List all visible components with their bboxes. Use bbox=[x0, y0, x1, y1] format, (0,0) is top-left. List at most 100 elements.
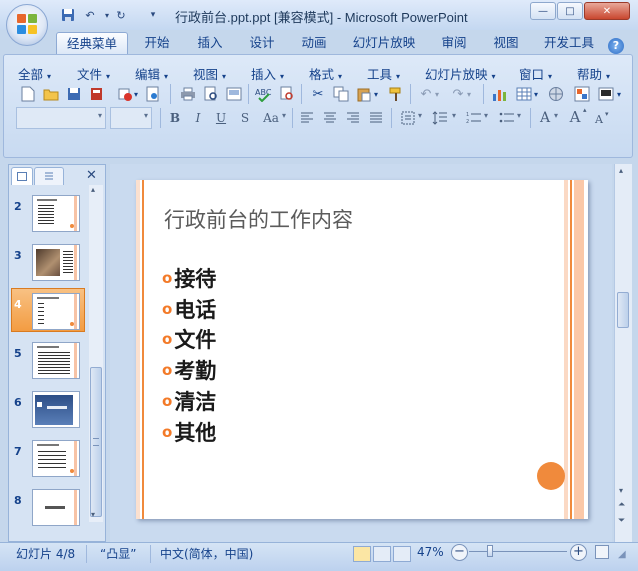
pdf-icon[interactable] bbox=[143, 84, 163, 104]
undo-icon[interactable]: ↶ bbox=[82, 7, 98, 23]
menu-window[interactable]: 窗口 ▾ bbox=[519, 64, 552, 83]
menu-help[interactable]: 帮助 ▾ bbox=[577, 64, 610, 83]
help-icon[interactable]: ? bbox=[608, 38, 624, 54]
chevron-down-icon[interactable]: ▾ bbox=[131, 84, 141, 104]
print-icon[interactable] bbox=[178, 84, 198, 104]
cut-icon[interactable]: ✂ bbox=[308, 84, 328, 104]
scroll-down-icon[interactable]: ▾ bbox=[91, 510, 95, 519]
menu-edit[interactable]: 编辑 ▾ bbox=[135, 64, 168, 83]
globe-icon[interactable] bbox=[546, 84, 566, 104]
bold-button[interactable]: B bbox=[166, 109, 184, 127]
menu-tools[interactable]: 工具 ▾ bbox=[367, 64, 400, 83]
zoom-out-button[interactable]: − bbox=[451, 544, 468, 561]
align-center-icon[interactable] bbox=[320, 108, 340, 128]
numbering-icon[interactable]: 12 bbox=[464, 108, 484, 128]
chevron-down-icon[interactable]: ▾ bbox=[554, 111, 558, 120]
tab-home[interactable]: 开始 bbox=[135, 32, 179, 54]
spelling-icon[interactable]: ABC bbox=[254, 84, 274, 104]
close-button[interactable]: ✕ bbox=[584, 2, 630, 20]
chevron-down-icon[interactable]: ▾ bbox=[614, 84, 624, 104]
line-spacing-icon[interactable] bbox=[430, 108, 450, 128]
scroll-up-icon[interactable]: ▴ bbox=[619, 166, 623, 175]
bullet-item[interactable]: o 清洁 bbox=[162, 386, 216, 416]
slide-thumbnail-2[interactable] bbox=[32, 195, 80, 232]
slide-layout-icon[interactable] bbox=[596, 84, 616, 104]
tab-design[interactable]: 设计 bbox=[240, 32, 284, 54]
bullet-item[interactable]: o 接待 bbox=[162, 263, 216, 293]
view-icon[interactable] bbox=[224, 84, 244, 104]
zoom-slider-thumb[interactable] bbox=[487, 545, 493, 557]
menu-slideshow[interactable]: 幻灯片放映 ▾ bbox=[425, 64, 496, 83]
zoom-level[interactable]: 47% bbox=[417, 545, 444, 559]
bullets-icon[interactable] bbox=[497, 108, 517, 128]
close-pane-icon[interactable]: ✕ bbox=[86, 168, 97, 183]
maximize-button[interactable]: □ bbox=[557, 2, 583, 20]
new-icon[interactable] bbox=[18, 84, 38, 104]
zoom-slider-track[interactable] bbox=[469, 551, 567, 552]
print-preview-icon[interactable] bbox=[201, 84, 221, 104]
slide-sorter-icon[interactable] bbox=[373, 546, 391, 562]
italic-button[interactable]: I bbox=[189, 109, 207, 127]
scroll-up-icon[interactable]: ▴ bbox=[91, 185, 95, 194]
previous-slide-icon[interactable]: ⏶ bbox=[618, 500, 625, 510]
align-left-icon[interactable] bbox=[297, 108, 317, 128]
minimize-button[interactable]: — bbox=[530, 2, 556, 20]
fit-to-window-icon[interactable] bbox=[595, 545, 609, 559]
scroll-down-icon[interactable]: ▾ bbox=[619, 486, 623, 495]
grow-font-button[interactable]: A bbox=[566, 108, 584, 126]
slide-title[interactable]: 行政前台的工作内容 bbox=[164, 204, 353, 234]
chevron-down-icon[interactable]: ▾ bbox=[517, 111, 521, 120]
permission-icon[interactable] bbox=[87, 84, 107, 104]
font-name-combo[interactable]: ▾ bbox=[16, 107, 106, 129]
chart-icon[interactable] bbox=[490, 84, 510, 104]
tab-outline[interactable] bbox=[34, 167, 64, 185]
tab-view[interactable]: 视图 bbox=[484, 32, 528, 54]
slide-thumbnail-4[interactable] bbox=[32, 293, 80, 330]
slide-thumbnail-3[interactable] bbox=[32, 244, 80, 281]
slide-thumbnail-6[interactable] bbox=[32, 391, 80, 428]
tab-insert[interactable]: 插入 bbox=[188, 32, 232, 54]
slide-thumbnail-7[interactable] bbox=[32, 440, 80, 477]
font-size-combo[interactable]: ▾ bbox=[110, 107, 152, 129]
next-slide-icon[interactable]: ⏷ bbox=[618, 516, 625, 526]
redo-icon[interactable]: ↻ bbox=[113, 7, 129, 23]
align-right-icon[interactable] bbox=[343, 108, 363, 128]
customize-icon[interactable]: ▾ bbox=[145, 7, 161, 23]
scrollbar-thumb[interactable] bbox=[617, 292, 629, 328]
slideshow-view-icon[interactable] bbox=[393, 546, 411, 562]
save-icon[interactable] bbox=[60, 7, 76, 23]
tab-slideshow[interactable]: 幻灯片放映 bbox=[348, 32, 420, 54]
chevron-down-icon[interactable]: ▾ bbox=[418, 111, 422, 120]
justify-icon[interactable] bbox=[366, 108, 386, 128]
menu-view[interactable]: 视图 ▾ bbox=[193, 64, 226, 83]
chevron-down-icon[interactable]: ▾ bbox=[452, 111, 456, 120]
chevron-down-icon[interactable]: ▾ bbox=[464, 84, 474, 104]
tab-animation[interactable]: 动画 bbox=[292, 32, 336, 54]
current-slide[interactable]: 行政前台的工作内容 o 接待 o 电话 o 文件 o 考勤 o 清洁 o 其他 bbox=[136, 180, 588, 519]
text-box-icon[interactable] bbox=[398, 108, 418, 128]
chevron-down-icon[interactable]: ▾ bbox=[484, 111, 488, 120]
bullet-item[interactable]: o 考勤 bbox=[162, 355, 216, 385]
research-icon[interactable] bbox=[277, 84, 297, 104]
zoom-in-button[interactable]: + bbox=[570, 544, 587, 561]
save-toolbar-icon[interactable] bbox=[64, 84, 84, 104]
color-icon[interactable] bbox=[572, 84, 592, 104]
copy-icon[interactable] bbox=[331, 84, 351, 104]
chevron-down-icon[interactable]: ▾ bbox=[531, 84, 541, 104]
tab-classic-menu[interactable]: 经典菜单 bbox=[56, 32, 128, 54]
bullet-item[interactable]: o 其他 bbox=[162, 417, 216, 447]
underline-button[interactable]: U bbox=[212, 109, 230, 127]
menu-insert[interactable]: 插入 ▾ bbox=[251, 64, 284, 83]
format-painter-icon[interactable] bbox=[386, 84, 406, 104]
font-color-button[interactable]: A bbox=[536, 109, 554, 127]
resize-grip-icon[interactable]: ◢ bbox=[618, 549, 626, 560]
bullet-item[interactable]: o 电话 bbox=[162, 294, 216, 324]
menu-format[interactable]: 格式 ▾ bbox=[309, 64, 342, 83]
menu-file[interactable]: 文件 ▾ bbox=[77, 64, 110, 83]
change-case-button[interactable]: Aa bbox=[260, 109, 282, 127]
chevron-down-icon[interactable]: ▾ bbox=[282, 111, 286, 120]
office-button[interactable] bbox=[6, 4, 48, 46]
slide-thumbnail-8[interactable] bbox=[32, 489, 80, 526]
open-icon[interactable] bbox=[41, 84, 61, 104]
normal-view-icon[interactable] bbox=[353, 546, 371, 562]
